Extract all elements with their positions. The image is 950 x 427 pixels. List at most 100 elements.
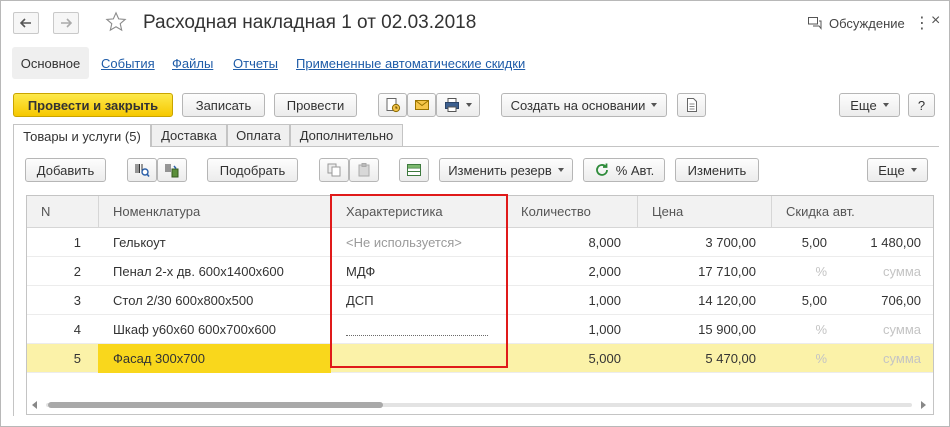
table-more-button[interactable]: Еще [867, 158, 928, 182]
highlight-frame [330, 194, 508, 368]
row-number: 4 [73, 322, 81, 337]
row-discount-percent: % [815, 322, 827, 337]
envelope-icon [414, 100, 429, 110]
section-auto-discounts[interactable]: Примененные автоматические скидки [296, 56, 525, 71]
save-button[interactable]: Записать [182, 93, 265, 117]
help-button[interactable]: ? [908, 93, 935, 117]
copy-rows-button[interactable] [319, 158, 349, 182]
barcode-search-icon [135, 164, 150, 177]
print-button[interactable] [436, 93, 480, 117]
row-nomenclature[interactable]: Фасад 300х700 [113, 344, 205, 373]
column-separator [637, 196, 638, 228]
column-header-quantity[interactable]: Количество [521, 196, 591, 228]
row-discount-sum: сумма [883, 351, 921, 366]
discussion-button[interactable]: Обсуждение [807, 15, 905, 31]
row-quantity[interactable]: 5,000 [507, 344, 621, 373]
load-from-tsd-button[interactable] [157, 158, 187, 182]
column-header-nomenclature[interactable]: Номенклатура [113, 196, 200, 228]
chevron-down-icon [466, 103, 472, 107]
row-nomenclature[interactable]: Шкаф у60х60 600х700х600 [113, 315, 276, 344]
chevron-down-icon [882, 103, 889, 107]
more-label: Еще [850, 97, 877, 113]
copy-icon [327, 163, 341, 177]
row-number: 1 [73, 235, 81, 250]
row-discount-sum: сумма [883, 322, 921, 337]
row-discount-percent: % [815, 351, 827, 366]
create-based-on-button[interactable]: Создать на основании [501, 93, 667, 117]
row-number: 2 [73, 264, 81, 279]
change-reserve-label: Изменить резерв [448, 162, 552, 178]
document-icon [686, 98, 697, 112]
row-quantity[interactable]: 1,000 [507, 286, 621, 315]
journal-clock-icon [386, 98, 400, 113]
paste-rows-button[interactable] [349, 158, 379, 182]
row-quantity[interactable]: 1,000 [507, 315, 621, 344]
send-email-button[interactable] [407, 93, 436, 117]
row-price[interactable]: 3 700,00 [638, 228, 756, 257]
create-based-on-label: Создать на основании [510, 97, 646, 113]
more-button[interactable]: Еще [839, 93, 900, 117]
row-number: 5 [73, 351, 81, 366]
column-separator [98, 196, 99, 228]
row-nomenclature[interactable]: Стол 2/30 600х800х500 [113, 286, 253, 315]
arrow-right-icon [61, 18, 72, 28]
table-more-label: Еще [878, 162, 905, 178]
tab-additional[interactable]: Дополнительно [290, 124, 403, 146]
document-window: Расходная накладная 1 от 02.03.2018 Обсу… [0, 0, 950, 427]
row-quantity[interactable]: 2,000 [507, 257, 621, 286]
row-discount-percent: 5,00 [801, 293, 827, 308]
chevron-down-icon [651, 103, 658, 107]
column-separator [771, 196, 772, 228]
row-nomenclature[interactable]: Гелькоут [113, 228, 166, 257]
section-reports[interactable]: Отчеты [233, 56, 278, 71]
scan-barcode-button[interactable] [127, 158, 157, 182]
column-header-auto-discount[interactable]: Скидка авт. [786, 196, 855, 228]
section-files[interactable]: Файлы [172, 56, 213, 71]
printer-icon [445, 98, 459, 112]
row-discount-sum: 706,00 [881, 293, 921, 308]
chat-icon [808, 17, 822, 30]
back-button[interactable] [13, 12, 39, 34]
column-header-price[interactable]: Цена [652, 196, 683, 228]
refresh-icon [595, 163, 608, 176]
row-discount-sum: 1 480,00 [870, 235, 921, 250]
document-structure-button[interactable] [677, 93, 706, 117]
pick-button[interactable]: Подобрать [207, 158, 298, 182]
auto-discount-label: % Авт. [615, 162, 655, 178]
tab-payment[interactable]: Оплата [227, 124, 290, 146]
row-quantity[interactable]: 8,000 [507, 228, 621, 257]
row-discount-percent: 5,00 [801, 235, 827, 250]
tab-delivery[interactable]: Доставка [151, 124, 227, 146]
row-price[interactable]: 5 470,00 [638, 344, 756, 373]
paste-icon [358, 163, 370, 177]
fill-document-button[interactable] [399, 158, 429, 182]
section-main[interactable]: Основное [12, 47, 89, 79]
post-and-close-button[interactable]: Провести и закрыть [13, 93, 173, 117]
tab-goods-services[interactable]: Товары и услуги (5) [13, 124, 151, 147]
discussion-label: Обсуждение [829, 15, 905, 31]
window-menu-icon[interactable]: ⋮ [914, 13, 931, 33]
row-nomenclature[interactable]: Пенал 2-х дв. 600х1400х600 [113, 257, 284, 286]
scroll-thumb[interactable] [48, 402, 383, 408]
favorite-star-icon[interactable] [105, 11, 127, 33]
post-button[interactable]: Провести [274, 93, 357, 117]
table-fill-icon [407, 164, 421, 176]
forward-button[interactable] [53, 12, 79, 34]
row-price[interactable]: 15 900,00 [638, 315, 756, 344]
auto-discount-button[interactable]: % Авт. [583, 158, 665, 182]
horizontal-scrollbar[interactable] [26, 396, 934, 414]
scroll-right-icon[interactable] [920, 401, 926, 409]
scroll-left-icon[interactable] [32, 401, 38, 409]
row-discount-percent: % [815, 264, 827, 279]
row-price[interactable]: 14 120,00 [638, 286, 756, 315]
row-discount-sum: сумма [883, 264, 921, 279]
journal-button[interactable] [378, 93, 407, 117]
row-price[interactable]: 17 710,00 [638, 257, 756, 286]
close-icon[interactable]: × [931, 12, 940, 30]
column-header-n[interactable]: N [41, 196, 50, 228]
section-events[interactable]: События [101, 56, 155, 71]
tab-divider [150, 146, 939, 147]
change-button[interactable]: Изменить [675, 158, 759, 182]
add-row-button[interactable]: Добавить [25, 158, 106, 182]
change-reserve-button[interactable]: Изменить резерв [439, 158, 573, 182]
